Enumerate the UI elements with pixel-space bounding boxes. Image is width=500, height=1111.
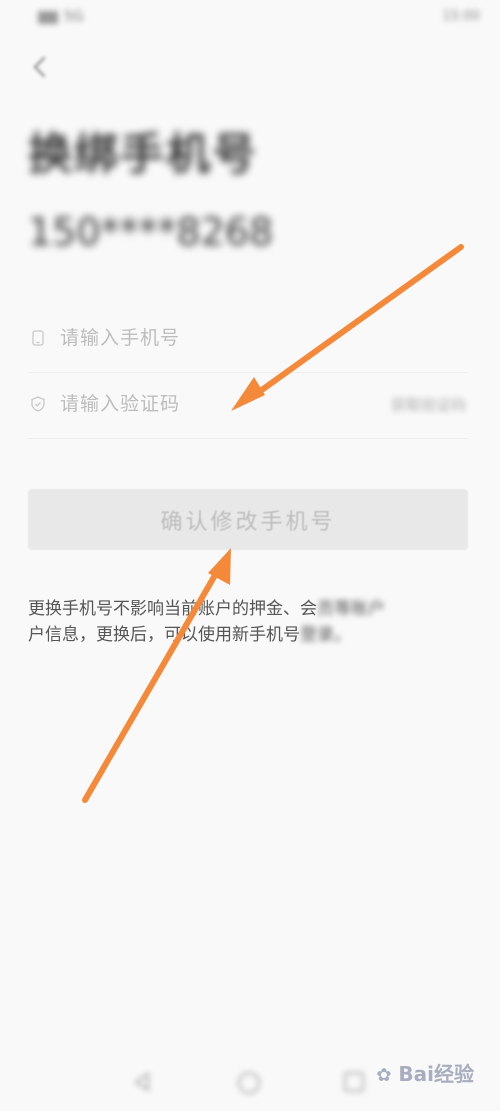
status-left: 5G — [38, 7, 116, 27]
signal-icon — [38, 11, 58, 24]
phone-icon — [32, 330, 44, 346]
phone-field — [28, 304, 468, 373]
notice-part-1: 更换手机号不影响当前账户的押金、会 — [28, 599, 317, 619]
code-field: 获取验证码 — [28, 370, 468, 439]
chevron-left-icon — [33, 56, 46, 78]
page-title: 换绑手机号 — [28, 129, 258, 180]
baidu-jingyan-watermark: ✿ Bai经验 — [376, 1058, 474, 1087]
phone-input[interactable] — [60, 320, 350, 356]
circle-home-icon[interactable] — [236, 1070, 262, 1096]
triangle-back-icon[interactable] — [130, 1070, 154, 1094]
paw-logo-icon: ✿ — [376, 1065, 392, 1086]
arrow-to-confirm-button — [82, 548, 231, 803]
confirm-change-phone-button[interactable]: 确认修改手机号 — [28, 489, 468, 550]
notice-part-2: 员等账户 — [317, 599, 385, 619]
status-bar: 5G 15:00 — [0, 0, 500, 36]
notice-part-4: 登录。 — [300, 625, 351, 645]
current-phone-number: 150****8268 — [28, 210, 274, 254]
watermark-text: Bai经验 — [398, 1062, 474, 1086]
square-recent-icon[interactable] — [342, 1070, 366, 1094]
shield-icon — [31, 396, 45, 412]
code-input[interactable] — [60, 386, 350, 422]
back-button[interactable] — [25, 52, 55, 82]
status-time: 15:00 — [442, 9, 480, 24]
status-network: 5G — [64, 9, 84, 25]
get-code-button[interactable]: 获取验证码 — [391, 394, 466, 415]
notice-part-3: 户信息，更换后，可以使用新手机号 — [28, 625, 300, 645]
notice-text: 更换手机号不影响当前账户的押金、会员等账户 户信息，更换后，可以使用新手机号登录… — [28, 596, 468, 648]
